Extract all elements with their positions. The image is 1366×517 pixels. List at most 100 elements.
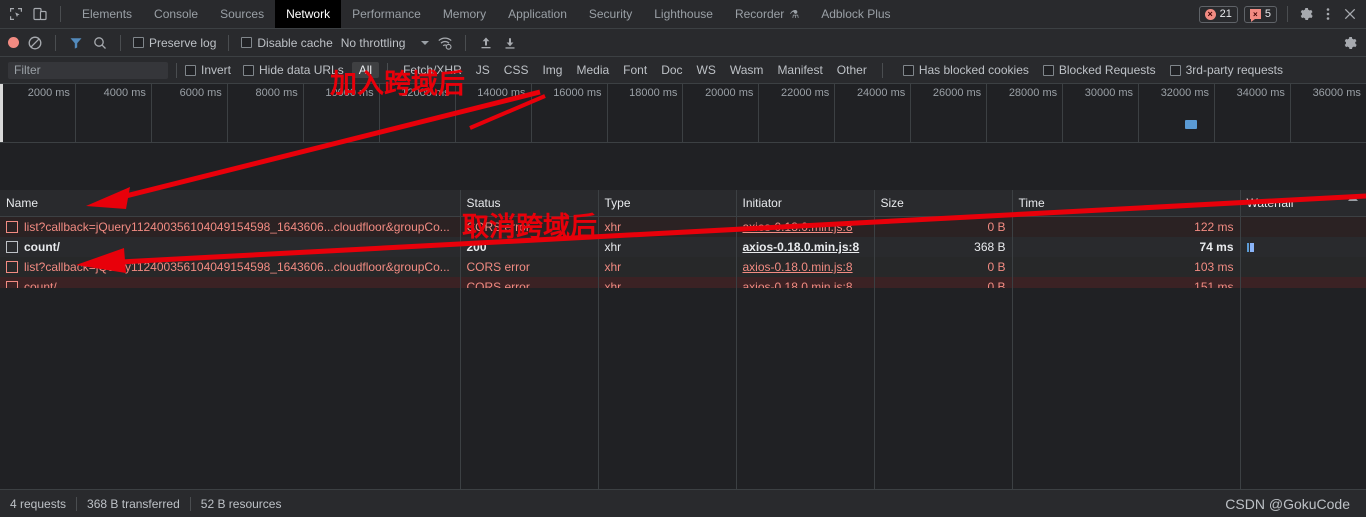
ruler-tick-label: 20000 ms <box>705 87 754 99</box>
table-row[interactable]: list?callback=jQuery11240035610404915459… <box>0 216 1366 237</box>
tab-label: Lighthouse <box>654 7 713 21</box>
network-conditions-icon[interactable] <box>437 35 453 51</box>
cell-name[interactable]: list?callback=jQuery11240035610404915459… <box>0 216 461 237</box>
ruler-tick: 6000 ms <box>152 84 228 142</box>
gear-icon[interactable] <box>1298 6 1314 22</box>
chevron-down-icon <box>421 40 430 45</box>
tab-recorder[interactable]: Recorder ⚗ <box>724 0 810 28</box>
third-party-requests-checkbox[interactable]: 3rd-party requests <box>1169 63 1283 77</box>
filter-type-fetch-xhr[interactable]: Fetch/XHR <box>396 62 469 78</box>
column-header-size[interactable]: Size <box>874 190 1013 217</box>
cell-time: 103 ms <box>1012 257 1241 277</box>
cell-initiator[interactable]: axios-0.18.0.min.js:8 <box>736 257 875 277</box>
tab-sources[interactable]: Sources <box>209 0 275 28</box>
record-button[interactable] <box>8 37 19 48</box>
tab-application[interactable]: Application <box>497 0 578 28</box>
column-header-type[interactable]: Type <box>598 190 737 217</box>
filter-type-wasm[interactable]: Wasm <box>723 62 771 78</box>
filter-type-manifest[interactable]: Manifest <box>770 62 829 78</box>
filter-type-js[interactable]: JS <box>469 62 497 78</box>
resource-type-filters: All Fetch/XHR JS CSS Img Media Font Doc … <box>351 62 874 78</box>
warning-count-badge[interactable]: × 5 <box>1243 5 1277 23</box>
column-header-waterfall[interactable]: Waterfall <box>1240 190 1366 217</box>
filter-type-all[interactable]: All <box>351 62 380 78</box>
tab-performance[interactable]: Performance <box>341 0 432 28</box>
tab-network[interactable]: Network <box>275 0 342 28</box>
tab-console[interactable]: Console <box>143 0 209 28</box>
filterbar-divider-2 <box>387 62 389 78</box>
has-blocked-cookies-checkbox[interactable]: Has blocked cookies <box>902 63 1029 77</box>
close-icon[interactable] <box>1342 6 1358 22</box>
network-settings-gear-icon[interactable] <box>1342 35 1358 51</box>
table-row[interactable]: list?callback=jQuery11240035610404915459… <box>0 257 1366 277</box>
overview-left-handle[interactable] <box>0 84 3 142</box>
ruler-tick: 30000 ms <box>1063 84 1140 142</box>
ruler-tick-label: 4000 ms <box>103 87 146 99</box>
blocked-requests-checkbox[interactable]: Blocked Requests <box>1042 63 1156 77</box>
column-header-status[interactable]: Status <box>460 190 599 217</box>
column-header-name[interactable]: Name <box>0 190 461 217</box>
request-type-icon <box>6 241 18 253</box>
disable-cache-checkbox[interactable]: Disable cache <box>241 36 333 50</box>
ruler-tick-label: 32000 ms <box>1160 87 1209 99</box>
export-har-icon[interactable] <box>502 35 518 51</box>
clear-icon[interactable] <box>27 35 43 51</box>
cell-status: CORS error <box>460 257 599 277</box>
checkbox-box <box>902 64 914 76</box>
filter-type-doc[interactable]: Doc <box>654 62 689 78</box>
network-overview-timeline[interactable]: 2000 ms 4000 ms 6000 ms 8000 ms 10000 ms… <box>0 84 1366 143</box>
filter-input[interactable] <box>8 61 168 79</box>
device-toolbar-icon[interactable] <box>32 6 48 22</box>
column-header-initiator[interactable]: Initiator <box>736 190 875 217</box>
tab-label: Performance <box>352 7 421 21</box>
cell-name[interactable]: count/ <box>0 237 461 257</box>
ruler-tick-label: 14000 ms <box>477 87 526 99</box>
initiator-link[interactable]: axios-0.18.0.min.js:8 <box>743 220 853 234</box>
ruler-tick-label: 8000 ms <box>255 87 298 99</box>
initiator-link[interactable]: axios-0.18.0.min.js:8 <box>743 240 860 254</box>
toolbar-divider-4 <box>465 34 467 51</box>
initiator-link[interactable]: axios-0.18.0.min.js:8 <box>743 260 853 274</box>
cell-initiator[interactable]: axios-0.18.0.min.js:8 <box>736 216 875 237</box>
checkbox-box <box>241 37 253 48</box>
cell-initiator[interactable]: axios-0.18.0.min.js:8 <box>736 237 875 257</box>
error-count-badge[interactable]: × 21 <box>1198 5 1238 23</box>
cell-waterfall <box>1240 216 1366 237</box>
ruler-tick: 20000 ms <box>683 84 760 142</box>
cell-name[interactable]: list?callback=jQuery11240035610404915459… <box>0 257 461 277</box>
more-vertical-icon[interactable] <box>1320 6 1336 22</box>
filter-type-other[interactable]: Other <box>830 62 874 78</box>
ruler-tick-label: 22000 ms <box>781 87 830 99</box>
column-header-time[interactable]: Time <box>1012 190 1241 217</box>
tab-lighthouse[interactable]: Lighthouse <box>643 0 724 28</box>
filter-type-img[interactable]: Img <box>535 62 569 78</box>
devtools-window: Elements Console Sources Network Perform… <box>0 0 1366 517</box>
ruler-tick-label: 36000 ms <box>1312 87 1361 99</box>
ruler-tick-label: 6000 ms <box>179 87 222 99</box>
ruler-tick: 12000 ms <box>380 84 456 142</box>
request-name: list?callback=jQuery11240035610404915459… <box>24 220 450 234</box>
tab-label: Application <box>508 7 567 21</box>
invert-checkbox[interactable]: Invert <box>185 63 231 77</box>
table-header-row: Name Status Type Initiator Size Time Wat… <box>0 190 1366 217</box>
filter-type-media[interactable]: Media <box>569 62 616 78</box>
tab-security[interactable]: Security <box>578 0 643 28</box>
filter-type-css[interactable]: CSS <box>497 62 536 78</box>
inspect-element-icon[interactable] <box>8 6 24 22</box>
tab-memory[interactable]: Memory <box>432 0 497 28</box>
throttling-select[interactable]: No throttling <box>341 36 430 50</box>
error-count-label: 21 <box>1219 8 1232 20</box>
filter-type-ws[interactable]: WS <box>690 62 723 78</box>
tab-elements[interactable]: Elements <box>71 0 143 28</box>
search-icon[interactable] <box>92 35 108 51</box>
preserve-log-checkbox[interactable]: Preserve log <box>133 36 216 50</box>
ruler-tick: 4000 ms <box>76 84 152 142</box>
table-row[interactable]: count/ 200 xhr axios-0.18.0.min.js:8 368… <box>0 237 1366 257</box>
filter-type-font[interactable]: Font <box>616 62 654 78</box>
tab-label: Elements <box>82 7 133 21</box>
import-har-icon[interactable] <box>478 35 494 51</box>
filter-icon[interactable] <box>68 35 84 51</box>
tab-adblock-plus[interactable]: Adblock Plus <box>810 0 901 28</box>
hide-data-urls-checkbox[interactable]: Hide data URLs <box>243 63 344 77</box>
ruler-tick: 32000 ms <box>1139 84 1215 142</box>
